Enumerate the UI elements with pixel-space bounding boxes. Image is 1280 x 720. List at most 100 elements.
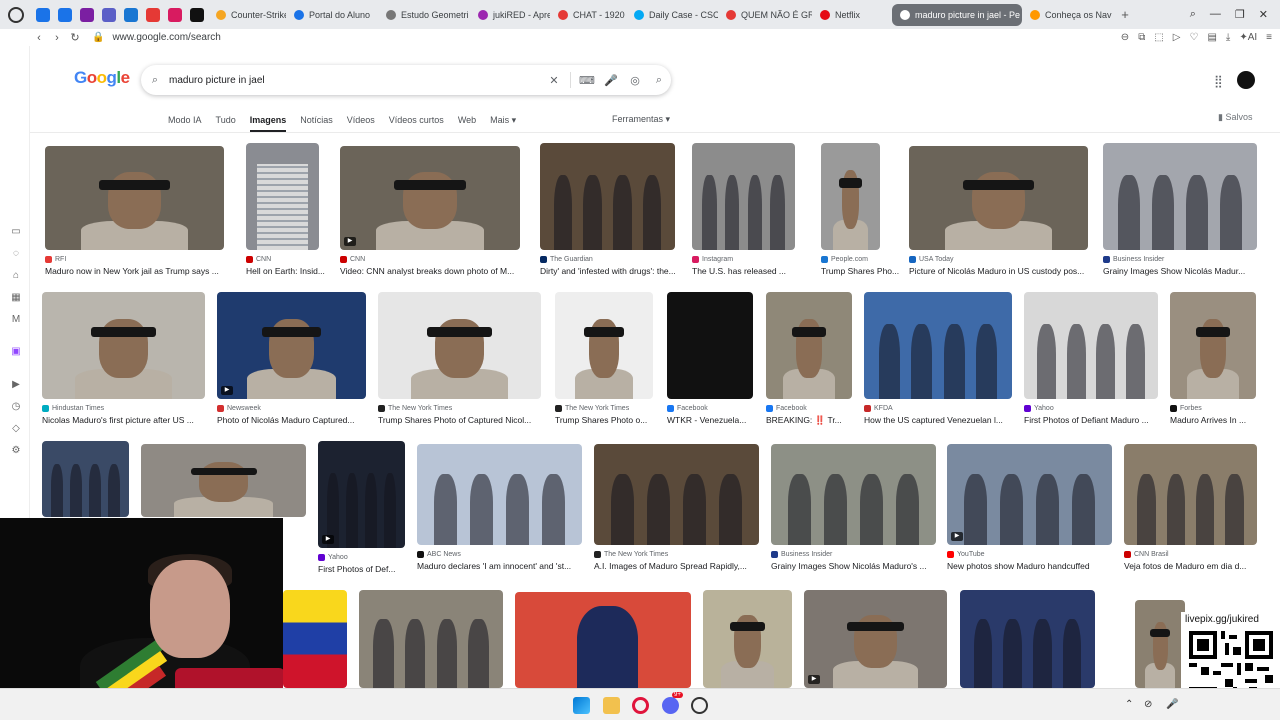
google-logo[interactable]: Google [74, 68, 130, 88]
opera-logo-icon[interactable] [8, 6, 24, 23]
tiktok-icon[interactable] [186, 4, 208, 26]
image-thumbnail[interactable] [667, 292, 753, 399]
browser-tab[interactable]: Netflix [812, 4, 892, 26]
image-thumbnail[interactable] [42, 441, 129, 517]
avatar[interactable] [1237, 71, 1255, 89]
browser-tab[interactable]: Counter-Strike M [208, 4, 286, 26]
result-title[interactable]: A.I. Images of Maduro Spread Rapidly,... [594, 561, 759, 571]
result-source[interactable]: YouTube [947, 551, 985, 558]
result-source[interactable]: KFDA [864, 405, 893, 412]
tools-button[interactable]: Ferramentas ▾ [612, 114, 670, 125]
microphone-icon[interactable]: 🎤 [599, 74, 623, 87]
new-tab-button[interactable]: + [1116, 7, 1134, 22]
search-tab[interactable]: Web [458, 114, 476, 132]
browser-tab[interactable]: Conheça os Nav [1022, 4, 1116, 26]
search-tab[interactable]: Mais ▾ [490, 114, 516, 132]
youtube-pinned-icon-2[interactable] [54, 4, 76, 26]
result-source[interactable]: Yahoo [1024, 405, 1054, 412]
result-source[interactable]: People.com [821, 256, 868, 263]
image-thumbnail[interactable] [1124, 444, 1257, 545]
steam-icon[interactable] [691, 697, 708, 714]
search-tab[interactable]: Tudo [216, 114, 236, 132]
robot-icon[interactable]: ⌂ [10, 270, 22, 282]
image-thumbnail[interactable] [378, 292, 541, 399]
history-icon[interactable]: ◷ [10, 401, 22, 413]
settings-icon[interactable]: ⚙ [10, 445, 22, 457]
result-source[interactable]: CNN Brasil [1124, 551, 1169, 558]
youtube-pinned-icon[interactable] [32, 4, 54, 26]
image-thumbnail[interactable]: ▶ [318, 441, 405, 548]
search-tab[interactable]: Imagens [249, 114, 287, 132]
box-icon[interactable]: ◇ [10, 423, 22, 435]
result-source[interactable]: Newsweek [217, 405, 261, 412]
extension-icon[interactable]: ⧉ [1138, 32, 1145, 43]
browser-tab[interactable]: Daily Case - CSC [626, 4, 718, 26]
search-submit-icon[interactable]: ⌕ [647, 74, 671, 87]
image-thumbnail[interactable] [1170, 292, 1256, 399]
image-thumbnail[interactable] [703, 590, 792, 688]
plus-app-icon[interactable] [142, 4, 164, 26]
browser-tab[interactable]: CHAT - 1920 px [550, 4, 626, 26]
wallet-icon[interactable]: ▤ [1207, 32, 1216, 43]
search-tab[interactable]: Vídeos [347, 114, 375, 132]
result-source[interactable]: Yahoo [318, 554, 348, 561]
image-thumbnail[interactable]: ▶ [804, 590, 947, 688]
search-tab[interactable]: Vídeos curtos [389, 114, 444, 132]
windows-start-icon[interactable] [573, 697, 590, 714]
result-source[interactable]: The Guardian [540, 256, 593, 263]
twitch-icon[interactable]: ▣ [10, 346, 22, 358]
close-icon[interactable]: ✕ [1259, 8, 1268, 21]
result-title[interactable]: Dirty' and 'infested with drugs': the... [540, 266, 690, 276]
result-source[interactable]: CNN [246, 256, 271, 263]
purple-app-icon[interactable] [76, 4, 98, 26]
opera-gx-icon[interactable] [632, 697, 649, 714]
result-title[interactable]: Photo of Nicolás Maduro Captured... [217, 415, 367, 425]
result-source[interactable]: USA Today [909, 256, 954, 263]
result-source[interactable]: Instagram [692, 256, 733, 263]
zoom-icon[interactable]: ⊖ [1121, 32, 1129, 43]
search-input[interactable]: maduro picture in jael [169, 75, 542, 86]
url-field[interactable]: 🔒 www.google.com/search [92, 32, 221, 43]
result-title[interactable]: Picture of Nicolás Maduro in US custody … [909, 266, 1088, 276]
ai-icon[interactable]: ✦AI [1239, 32, 1257, 43]
result-source[interactable]: The New York Times [555, 405, 629, 412]
result-source[interactable]: The New York Times [378, 405, 452, 412]
result-source[interactable]: CNN [340, 256, 365, 263]
image-thumbnail[interactable] [766, 292, 852, 399]
maximize-icon[interactable]: ❐ [1235, 8, 1245, 21]
cards-icon[interactable]: ▦ [10, 292, 22, 304]
image-thumbnail[interactable] [771, 444, 936, 545]
image-thumbnail[interactable] [42, 292, 205, 399]
image-thumbnail[interactable] [864, 292, 1012, 399]
snapshot-icon[interactable]: ⬚ [1154, 32, 1163, 43]
file-explorer-icon[interactable] [603, 697, 620, 714]
result-title[interactable]: Trump Shares Photo of Captured Nicol... [378, 415, 541, 425]
result-source[interactable]: The New York Times [594, 551, 668, 558]
image-thumbnail[interactable] [45, 146, 224, 250]
image-thumbnail[interactable] [960, 590, 1095, 688]
browser-tab[interactable]: jukiRED - Aprese [470, 4, 550, 26]
send-icon[interactable]: ▷ [1173, 32, 1181, 43]
image-thumbnail[interactable] [283, 590, 347, 688]
keyboard-icon[interactable]: ⌨ [575, 74, 599, 87]
result-title[interactable]: Grainy Images Show Nicolás Madur... [1103, 266, 1257, 276]
image-thumbnail[interactable] [417, 444, 582, 545]
search-tab[interactable]: Modo IA [168, 114, 202, 132]
chat-icon[interactable]: ▭ [10, 226, 22, 238]
forward-icon[interactable]: › [48, 32, 66, 44]
result-title[interactable]: Grainy Images Show Nicolás Maduro's ... [771, 561, 936, 571]
search-tab[interactable]: Notícias [300, 114, 333, 132]
result-title[interactable]: Maduro declares 'I am innocent' and 'st.… [417, 561, 582, 571]
search-tabs-icon[interactable]: ⌕ [1190, 8, 1196, 21]
image-thumbnail[interactable] [1103, 143, 1257, 250]
result-source[interactable]: Facebook [667, 405, 708, 412]
browser-tab[interactable]: maduro picture in jael - Pe [892, 3, 1022, 26]
download-icon[interactable]: ⤓ [1226, 32, 1230, 43]
image-thumbnail[interactable] [540, 143, 675, 250]
player-icon[interactable]: ▶ [10, 379, 22, 391]
instagram-icon[interactable] [164, 4, 186, 26]
minimize-icon[interactable]: — [1210, 8, 1221, 21]
image-thumbnail[interactable] [141, 444, 306, 517]
lens-icon[interactable]: ◎ [623, 74, 647, 87]
teams-icon[interactable] [98, 4, 120, 26]
